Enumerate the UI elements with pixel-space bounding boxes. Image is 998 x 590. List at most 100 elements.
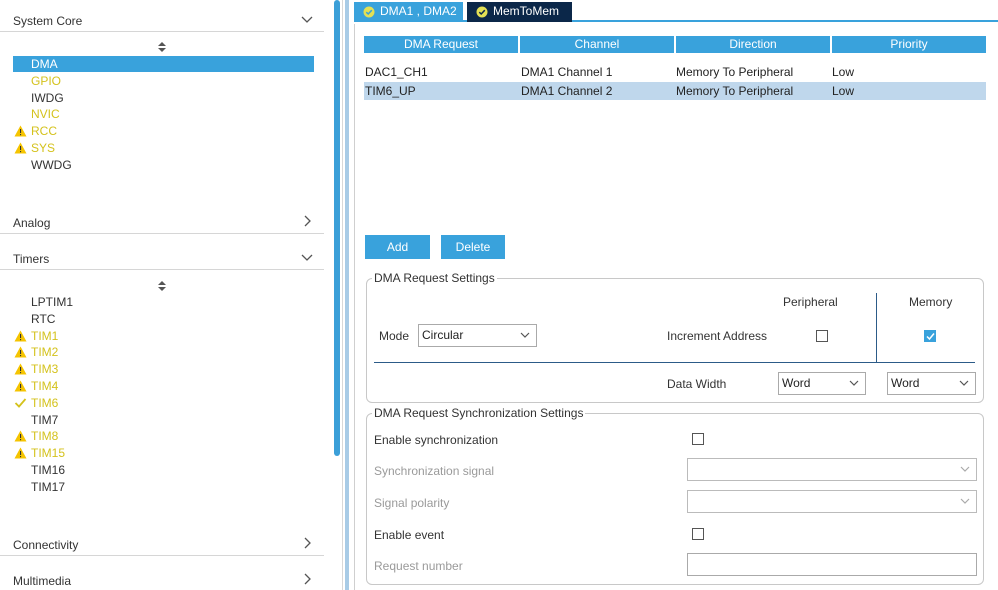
- sidebar-item-label: TIM3: [31, 362, 59, 377]
- sidebar-item-iwdg[interactable]: IWDG: [13, 90, 314, 106]
- column-header-channel[interactable]: Channel: [520, 36, 674, 53]
- sidebar-item-label: TIM7: [31, 412, 59, 427]
- dma-sync-settings-group: DMA Request Synchronization Settings Ena…: [366, 406, 984, 585]
- sidebar-item-gpio[interactable]: GPIO: [13, 73, 314, 89]
- check-icon: [926, 333, 935, 341]
- check-icon: [14, 398, 27, 408]
- column-header-priority[interactable]: Priority: [832, 36, 986, 53]
- increment-address-label: Increment Address: [667, 329, 768, 343]
- chevron-down-icon: [960, 466, 970, 472]
- table-row[interactable]: DAC1_CH1 DMA1 Channel 1 Memory To Periph…: [364, 63, 986, 81]
- sidebar-item-label: RCC: [31, 124, 57, 139]
- sidebar-item-tim15[interactable]: TIM15: [13, 445, 314, 461]
- sort-icon[interactable]: [157, 280, 167, 292]
- sidebar-item-wwdg[interactable]: WWDG: [13, 157, 314, 173]
- sidebar-item-tim8[interactable]: TIM8: [13, 428, 314, 444]
- sidebar-item-dma[interactable]: DMA: [13, 56, 314, 72]
- enable-sync-checkbox[interactable]: [692, 433, 704, 445]
- chevron-down-icon[interactable]: [300, 12, 314, 26]
- category-label: Multimedia: [13, 574, 72, 588]
- warning-icon: [14, 430, 27, 442]
- category-timers[interactable]: Timers: [0, 246, 324, 270]
- sidebar-item-label: RTC: [31, 311, 56, 326]
- sidebar-item-label: TIM2: [31, 345, 59, 360]
- warning-icon: [14, 380, 27, 392]
- request-number-input[interactable]: [687, 553, 977, 576]
- column-header-dma-request[interactable]: DMA Request: [364, 36, 518, 53]
- signal-polarity-select[interactable]: [687, 490, 977, 513]
- warning-icon: [14, 142, 27, 154]
- cell-direction: Memory To Peripheral: [676, 84, 794, 98]
- sidebar-item-tim1[interactable]: TIM1: [13, 328, 314, 344]
- cell-priority: Low: [832, 65, 855, 79]
- memory-increment-checkbox[interactable]: [924, 330, 936, 342]
- sort-icon[interactable]: [157, 41, 167, 53]
- category-label: Timers: [13, 252, 50, 266]
- sidebar-item-lptim1[interactable]: LPTIM1: [13, 294, 314, 310]
- sidebar-item-label: TIM17: [31, 479, 66, 494]
- category-label: Analog: [13, 216, 51, 230]
- sidebar-item-nvic[interactable]: NVIC: [13, 106, 314, 122]
- tab-label: MemToMem: [493, 4, 560, 18]
- mode-select[interactable]: Circular: [418, 324, 537, 347]
- sidebar: System Core DMA GPIO IWDG NVIC RCC SYS WWDG An…: [0, 0, 330, 590]
- peripheral-width-value: Word: [782, 376, 811, 390]
- tab-memtomem[interactable]: MemToMem: [467, 2, 572, 22]
- enable-sync-label: Enable synchronization: [374, 433, 499, 447]
- enable-event-checkbox[interactable]: [692, 528, 704, 540]
- sidebar-item-tim4[interactable]: TIM4: [13, 378, 314, 394]
- memory-data-width-select[interactable]: Word: [887, 372, 976, 395]
- sidebar-item-tim2[interactable]: TIM2: [13, 344, 314, 360]
- sidebar-item-label: DMA: [31, 57, 58, 71]
- cell-dma-request: DAC1_CH1: [365, 65, 428, 79]
- sidebar-item-label: WWDG: [31, 157, 72, 172]
- peripheral-increment-checkbox[interactable]: [816, 330, 828, 342]
- chevron-right-icon[interactable]: [300, 572, 314, 586]
- sidebar-item-tim6[interactable]: TIM6: [13, 395, 314, 411]
- chevron-down-icon: [959, 380, 969, 386]
- scrollbar-thumb[interactable]: [334, 0, 340, 456]
- panel-divider-handle[interactable]: [345, 0, 349, 590]
- mode-value: Circular: [422, 328, 464, 342]
- request-number-label: Request number: [374, 559, 463, 573]
- chevron-down-icon: [849, 380, 859, 386]
- enable-event-label: Enable event: [374, 528, 445, 542]
- category-system-core[interactable]: System Core: [0, 8, 324, 32]
- sidebar-item-sys[interactable]: SYS: [13, 140, 314, 156]
- sidebar-item-rcc[interactable]: RCC: [13, 123, 314, 139]
- tab-dma1-dma2[interactable]: DMA1 , DMA2: [354, 2, 463, 22]
- sidebar-item-rtc[interactable]: RTC: [13, 311, 314, 327]
- sidebar-item-label: NVIC: [31, 107, 60, 122]
- section-separator: [374, 362, 975, 363]
- memory-width-value: Word: [891, 376, 920, 390]
- category-multimedia[interactable]: Multimedia: [0, 568, 324, 590]
- group-title: DMA Request Synchronization Settings: [372, 406, 586, 420]
- tab-label: DMA1 , DMA2: [380, 4, 457, 18]
- sync-signal-label: Synchronization signal: [374, 464, 495, 478]
- sidebar-item-tim3[interactable]: TIM3: [13, 361, 314, 377]
- peripheral-column-header: Peripheral: [783, 295, 838, 309]
- warning-icon: [14, 447, 27, 459]
- peripheral-data-width-select[interactable]: Word: [778, 372, 866, 395]
- sidebar-item-tim7[interactable]: TIM7: [13, 412, 314, 428]
- chevron-right-icon[interactable]: [300, 214, 314, 228]
- sidebar-item-tim16[interactable]: TIM16: [13, 462, 314, 478]
- warning-icon: [14, 125, 27, 137]
- category-label: System Core: [13, 14, 83, 28]
- column-header-direction[interactable]: Direction: [676, 36, 830, 53]
- add-button[interactable]: Add: [365, 235, 430, 259]
- chevron-right-icon[interactable]: [300, 536, 314, 550]
- sidebar-item-label: TIM15: [31, 446, 66, 461]
- delete-button[interactable]: Delete: [441, 235, 505, 259]
- chevron-down-icon: [520, 332, 530, 338]
- table-row-selected[interactable]: TIM6_UP DMA1 Channel 2 Memory To Periphe…: [364, 82, 986, 100]
- chevron-down-icon[interactable]: [300, 250, 314, 264]
- sidebar-item-label: TIM16: [31, 463, 66, 477]
- chevron-down-icon: [960, 498, 970, 504]
- sidebar-item-label: TIM1: [31, 328, 59, 343]
- sidebar-item-tim17[interactable]: TIM17: [13, 479, 314, 495]
- category-connectivity[interactable]: Connectivity: [0, 532, 324, 556]
- sidebar-item-label: IWDG: [31, 90, 64, 105]
- sync-signal-select[interactable]: [687, 458, 977, 481]
- category-analog[interactable]: Analog: [0, 210, 324, 234]
